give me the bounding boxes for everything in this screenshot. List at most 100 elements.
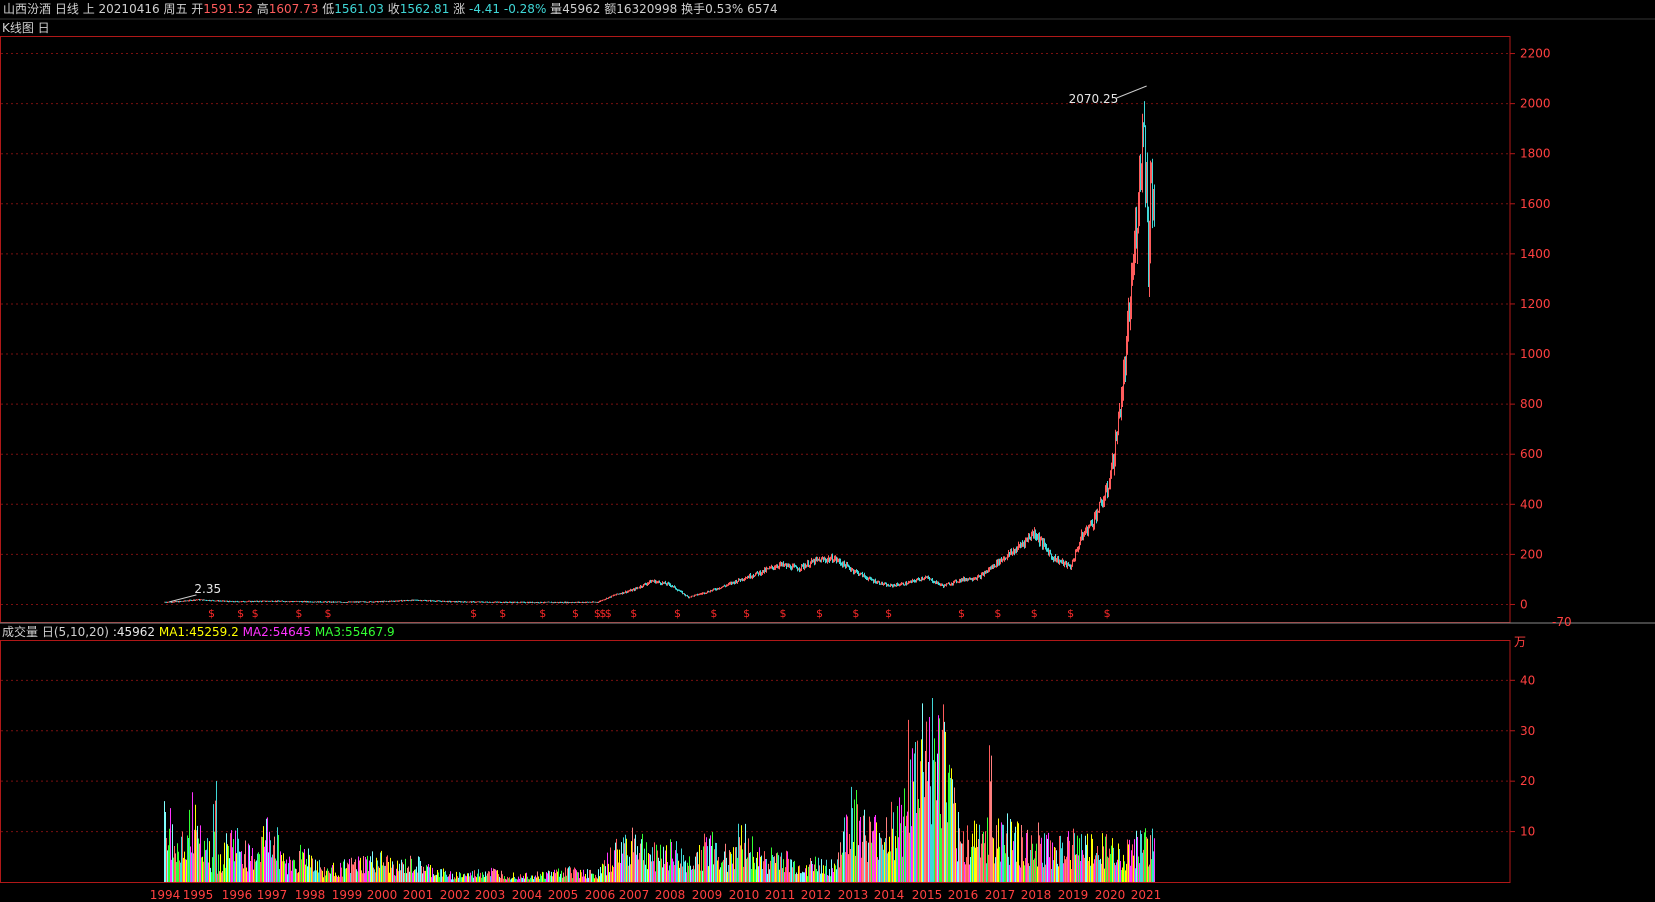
annotation-high-label: 2070.25 <box>1069 92 1119 106</box>
turnover-value: 0.53% <box>705 2 744 16</box>
xaxis-year-label: 2012 <box>801 888 832 902</box>
volume-indicator-name: 成交量 日(5,10,20) <box>2 625 109 639</box>
volume-panel-label[interactable]: 成交量 日(5,10,20) :45962 MA1:45259.2 MA2:54… <box>2 624 395 640</box>
close-label: 收 <box>387 2 400 16</box>
xaxis-year-label: 2003 <box>475 888 506 902</box>
kline-ytick-label: 1400 <box>1520 247 1551 261</box>
quote-weekday: 周五 <box>163 2 188 16</box>
dividend-marker: $ <box>499 607 506 620</box>
annotation-leader <box>1116 85 1147 99</box>
open-label: 开 <box>191 2 204 16</box>
dividend-marker: $ <box>208 607 215 620</box>
xaxis-year-label: 1996 <box>222 888 253 902</box>
kline-panel-label[interactable]: K线图 日 <box>2 20 50 36</box>
xaxis-year-label: 2004 <box>512 888 543 902</box>
xaxis-year-label: 2020 <box>1095 888 1126 902</box>
volume-ytick-label: 10 <box>1520 825 1535 839</box>
dividend-marker: $ <box>674 607 681 620</box>
xaxis-year-label: 2021 <box>1131 888 1162 902</box>
kline-ytick-label: 1600 <box>1520 197 1551 211</box>
dividend-marker: $ <box>958 607 965 620</box>
high-value: 1607.73 <box>268 2 319 16</box>
kline-ytick-label: 0 <box>1520 597 1528 611</box>
stock-name: 山西汾酒 <box>3 2 52 16</box>
dividend-marker: $ <box>885 607 892 620</box>
dividend-marker: $ <box>324 607 331 620</box>
xaxis-year-label: 2013 <box>838 888 869 902</box>
volume-current: :45962 <box>112 625 156 639</box>
change-value: -4.41 <box>469 2 501 16</box>
change-pct-value: -0.28% <box>503 2 547 16</box>
xaxis-year-label: 2000 <box>367 888 398 902</box>
open-value: 1591.52 <box>203 2 253 16</box>
dividend-marker: $ <box>539 607 546 620</box>
dividend-marker: $ <box>295 607 302 620</box>
kline-ytick-label: 1200 <box>1520 297 1551 311</box>
xaxis-year-label: 1999 <box>332 888 363 902</box>
amount-value: 16320998 <box>616 2 678 16</box>
xaxis-year-label: 1997 <box>257 888 288 902</box>
volume-ma3: MA3:55467.9 <box>314 625 395 639</box>
xaxis-year-label: 1995 <box>183 888 214 902</box>
xaxis-year-label: 2006 <box>585 888 616 902</box>
dividend-marker: $ <box>237 607 244 620</box>
dividend-marker: $ <box>852 607 859 620</box>
dividend-marker: $ <box>252 607 259 620</box>
kline-ytick-label: 2200 <box>1520 47 1551 61</box>
xaxis-year-label: 2015 <box>912 888 943 902</box>
xaxis-year-label: 2007 <box>619 888 650 902</box>
dividend-marker: $ <box>572 607 579 620</box>
kline-ybottom-label: -70 <box>1552 615 1572 629</box>
volume-ytick-label: 20 <box>1520 774 1535 788</box>
dividend-marker: $ <box>470 607 477 620</box>
extra-value: 6574 <box>747 2 778 16</box>
dividend-marker: $ <box>710 607 717 620</box>
dividend-marker: $ <box>816 607 823 620</box>
xaxis-year-label: 2018 <box>1021 888 1052 902</box>
xaxis-year-label: 2001 <box>403 888 434 902</box>
chart-canvas[interactable]: 0 200 400 600 800 1000 1200 1400 1600 1800 2000 220… <box>0 0 1655 902</box>
period-label: 日线 <box>54 2 79 16</box>
volume-ytick-label: 30 <box>1520 724 1535 738</box>
xaxis-year-label: 2005 <box>548 888 579 902</box>
kline-ytick-label: 800 <box>1520 397 1543 411</box>
low-value: 1561.03 <box>334 2 384 16</box>
turnover-label: 换手 <box>681 2 706 16</box>
xaxis-year-label: 1994 <box>150 888 181 902</box>
high-label: 高 <box>256 2 269 16</box>
xaxis-year-label: 2002 <box>440 888 471 902</box>
dividend-marker: $ <box>1104 607 1111 620</box>
dividend-marker: $ <box>1067 607 1074 620</box>
kline-frame <box>0 36 1511 623</box>
kline-ytick-label: 2000 <box>1520 97 1551 111</box>
xaxis-year-label: 2009 <box>692 888 723 902</box>
kline-ytick-label: 600 <box>1520 447 1543 461</box>
dividend-marker: $ <box>780 607 787 620</box>
amount-label: 额 <box>604 2 617 16</box>
volume-value: 45962 <box>562 2 601 16</box>
kline-ytick-label: 200 <box>1520 547 1543 561</box>
xaxis-year-label: 2011 <box>765 888 796 902</box>
annotation-low-label: 2.35 <box>194 582 221 596</box>
xaxis-year-label: 2019 <box>1058 888 1089 902</box>
volume-ma2: MA2:54645 <box>242 625 311 639</box>
volume-unit-label: 万 <box>1514 635 1526 649</box>
kline-ytick-label: 1800 <box>1520 147 1551 161</box>
dividend-marker: $ <box>630 607 637 620</box>
dividend-marker: $ <box>605 607 612 620</box>
dividend-marker: $ <box>994 607 1001 620</box>
kline-ytick-label: 400 <box>1520 497 1543 511</box>
change-label: 涨 <box>453 2 466 16</box>
volume-label: 量 <box>550 2 563 16</box>
market-mark: 上 <box>82 2 95 16</box>
dividend-marker: $ <box>743 607 750 620</box>
xaxis-year-label: 2016 <box>948 888 979 902</box>
xaxis-year-label: 2017 <box>985 888 1016 902</box>
xaxis-year-label: 2014 <box>874 888 905 902</box>
xaxis-year-label: 2010 <box>729 888 760 902</box>
quote-info-bar: 山西汾酒 日线 上 20210416 周五 开1591.52 高1607.73 … <box>0 0 1655 18</box>
dividend-marker: $ <box>1031 607 1038 620</box>
volume-ma1: MA1:45259.2 <box>158 625 239 639</box>
xaxis-year-label: 1998 <box>295 888 326 902</box>
xaxis-year-label: 2008 <box>655 888 686 902</box>
